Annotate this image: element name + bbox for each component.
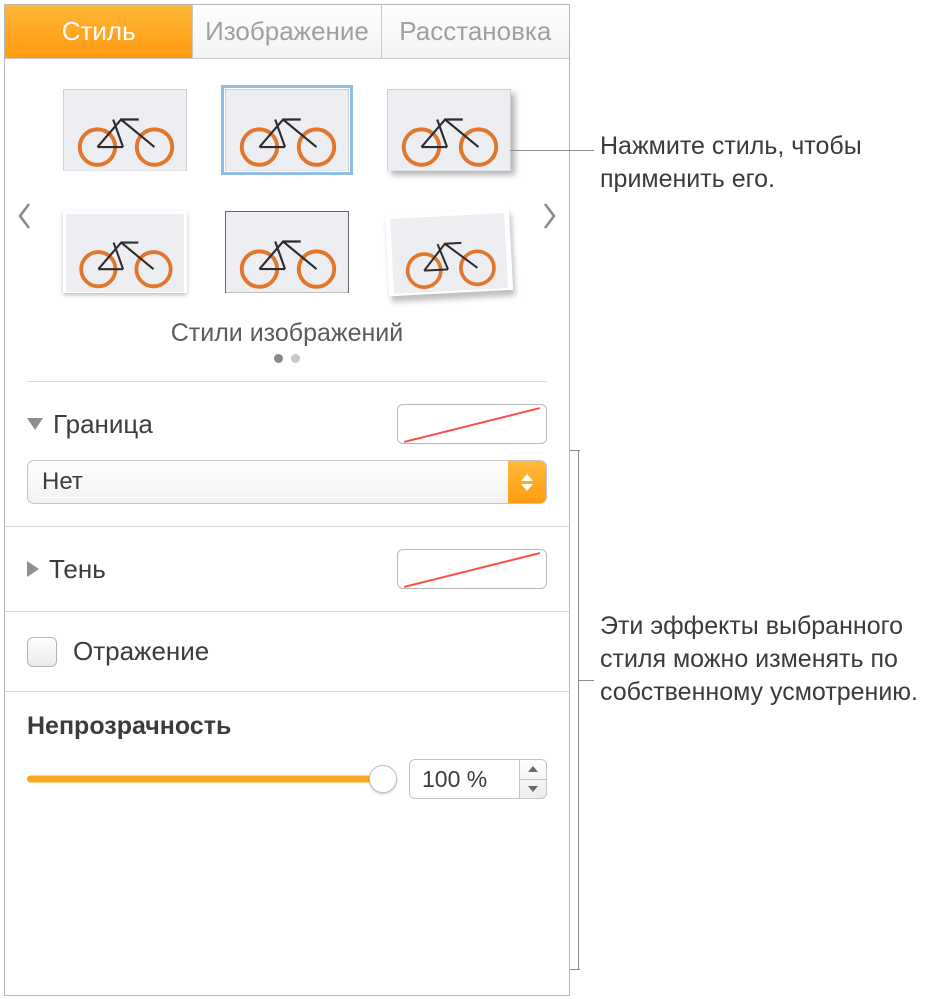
slider-knob-icon bbox=[369, 765, 397, 793]
bicycle-icon bbox=[226, 90, 348, 171]
stepper-down-icon bbox=[528, 786, 538, 792]
border-label: Граница bbox=[53, 409, 153, 440]
border-preview-swatch[interactable] bbox=[397, 404, 547, 444]
shadow-label: Тень bbox=[49, 554, 106, 585]
shadow-preview-swatch[interactable] bbox=[397, 549, 547, 589]
border-section: Граница Нет bbox=[5, 382, 569, 527]
gallery-next-button[interactable] bbox=[535, 196, 563, 244]
callout-leader-line bbox=[510, 150, 594, 151]
bicycle-icon bbox=[64, 90, 186, 171]
callout-style-tip: Нажмите стиль, чтобы применить его. bbox=[600, 130, 935, 195]
opacity-stepper: 100 % bbox=[409, 759, 547, 799]
reflection-row: Отражение bbox=[5, 612, 569, 692]
chevron-right-icon bbox=[541, 204, 557, 237]
chevron-left-icon bbox=[17, 204, 33, 237]
opacity-stepper-buttons[interactable] bbox=[519, 759, 547, 799]
border-type-select[interactable]: Нет bbox=[27, 460, 547, 504]
style-thumbnails bbox=[45, 89, 529, 293]
opacity-section: Непрозрачность 100 % bbox=[5, 692, 569, 809]
gallery-prev-button[interactable] bbox=[11, 196, 39, 244]
gallery-title: Стили изображений bbox=[45, 319, 529, 348]
chevron-right-icon[interactable] bbox=[27, 561, 39, 577]
callout-bracket-cap bbox=[570, 969, 580, 970]
opacity-value-field[interactable]: 100 % bbox=[409, 759, 519, 799]
reflection-checkbox[interactable] bbox=[27, 637, 57, 667]
stepper-up-icon bbox=[528, 766, 538, 772]
gallery-page-dots bbox=[45, 354, 529, 363]
inspector-tabs: Стиль Изображение Расстановка bbox=[5, 5, 569, 59]
shadow-section: Тень bbox=[5, 527, 569, 612]
page-dot-1[interactable] bbox=[274, 354, 283, 363]
callout-bracket-cap bbox=[570, 450, 580, 451]
bicycle-icon bbox=[226, 212, 348, 293]
callout-bracket bbox=[578, 450, 579, 970]
style-thumb-1[interactable] bbox=[63, 89, 187, 171]
style-thumb-5[interactable] bbox=[225, 211, 349, 293]
tab-image-label: Изображение bbox=[205, 16, 369, 47]
style-thumb-4[interactable] bbox=[63, 211, 187, 293]
reflection-label: Отражение bbox=[73, 636, 209, 667]
callout-effects-tip: Эти эффекты выбранного стиля можно измен… bbox=[600, 610, 935, 709]
style-thumb-2[interactable] bbox=[225, 89, 349, 171]
bicycle-icon bbox=[66, 214, 184, 292]
tab-arrange-label: Расстановка bbox=[399, 16, 551, 47]
callout-leader-line bbox=[578, 680, 594, 681]
tab-style-label: Стиль bbox=[62, 16, 136, 47]
popup-button-icon bbox=[508, 461, 546, 503]
bicycle-icon bbox=[388, 90, 510, 171]
style-gallery: Стили изображений bbox=[5, 59, 569, 381]
style-thumb-6[interactable] bbox=[385, 208, 513, 296]
tab-arrange[interactable]: Расстановка bbox=[382, 5, 569, 58]
tab-style[interactable]: Стиль bbox=[5, 5, 193, 58]
opacity-label: Непрозрачность bbox=[27, 712, 547, 741]
chevron-down-icon[interactable] bbox=[27, 418, 43, 430]
opacity-slider[interactable] bbox=[27, 765, 395, 793]
page-dot-2[interactable] bbox=[291, 354, 300, 363]
bicycle-icon bbox=[390, 213, 508, 294]
tab-image[interactable]: Изображение bbox=[193, 5, 381, 58]
format-inspector-panel: Стиль Изображение Расстановка bbox=[4, 4, 570, 996]
border-type-value: Нет bbox=[28, 461, 508, 503]
style-thumb-3[interactable] bbox=[387, 89, 511, 171]
